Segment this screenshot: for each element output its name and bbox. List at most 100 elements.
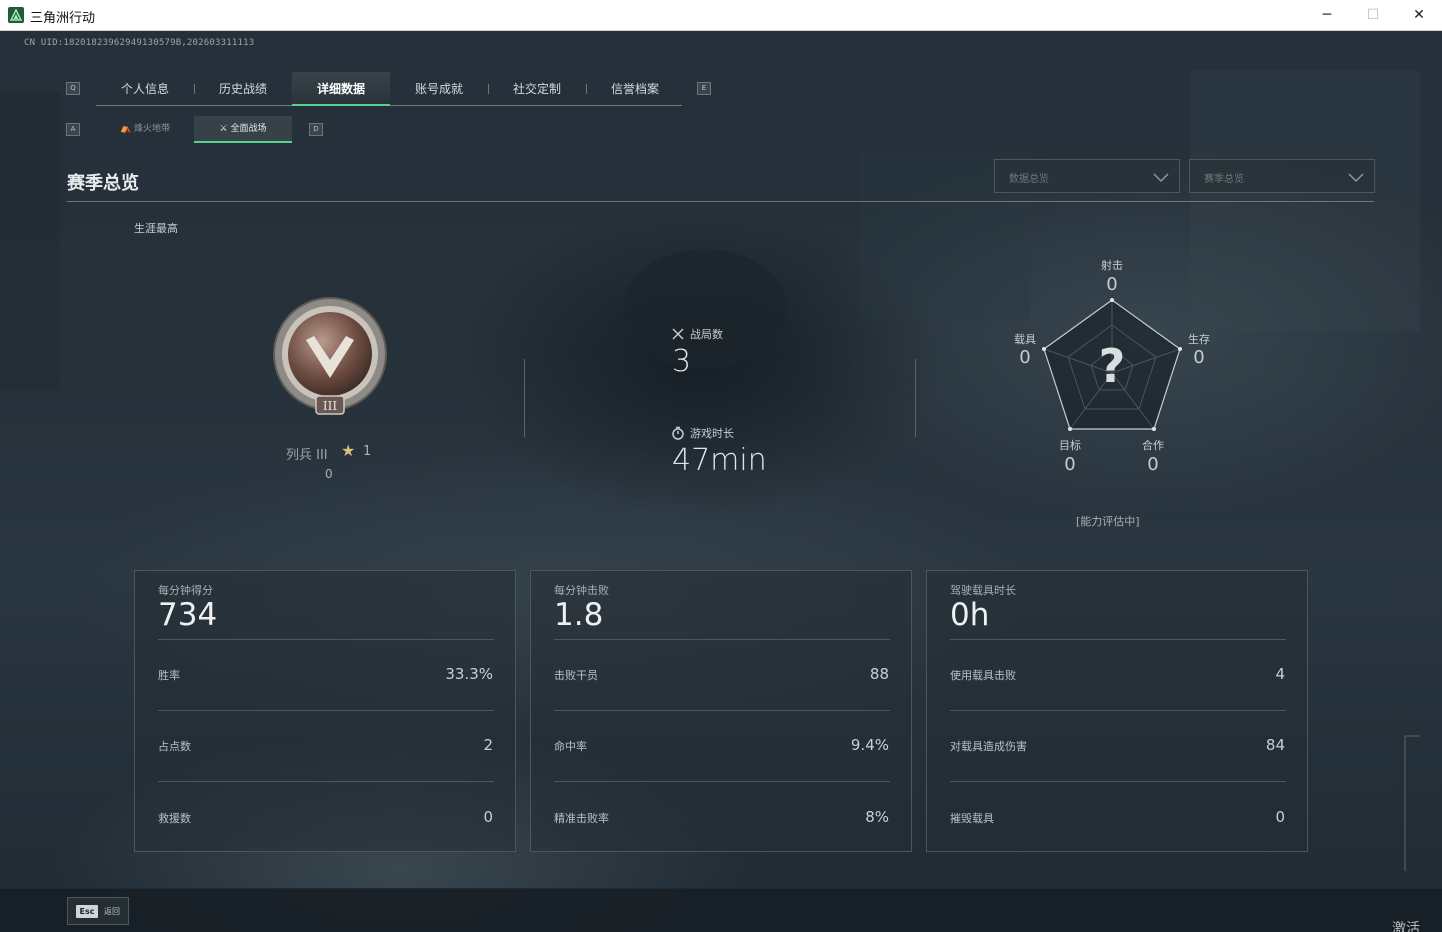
card-divider [158, 639, 494, 640]
radar-survival-value: 0 [1193, 347, 1205, 368]
card-title: 每分钟得分 [158, 584, 213, 597]
subtab-hazard-zone[interactable]: ⛺ 烽火地带 [96, 116, 194, 143]
career-best-label: 生涯最高 [134, 222, 178, 235]
hazard-zone-icon: ⛺ [119, 124, 132, 134]
main-tabs: 个人信息 历史战绩 详细数据 账号成就 社交定制 信誉档案 [96, 72, 682, 106]
radar-survival-label: 生存 [1188, 333, 1210, 346]
radar-objective-label: 目标 [1059, 439, 1081, 452]
card-main-value: 1.8 [554, 597, 604, 633]
stat-row-label: 救援数 [158, 812, 191, 825]
card-divider [158, 781, 494, 782]
uid-text: CN UID:18201823962949130579B,20260331111… [24, 38, 255, 48]
stat-row-value: 0 [483, 808, 493, 826]
stat-card-kills: 每分钟击败 1.8 击败干员 88 命中率 9.4% 精准击败率 8% [530, 570, 912, 852]
subtab-warfare[interactable]: ⚔ 全面战场 [194, 116, 292, 143]
rank-badge-icon: III [273, 297, 387, 415]
chevron-down-icon [1153, 168, 1169, 187]
prev-subtab-key-hint[interactable]: A [66, 123, 80, 136]
activation-watermark: 激活 [1392, 921, 1420, 932]
back-button[interactable]: Esc 返回 [67, 897, 129, 925]
data-overview-dropdown[interactable]: 数据总览 [994, 159, 1180, 193]
section-title: 赛季总览 [67, 173, 139, 194]
card-divider [554, 710, 890, 711]
subtab-hazard-zone-label: 烽火地带 [134, 124, 171, 134]
stat-row-label: 占点数 [158, 740, 191, 753]
radar-coop-label: 合作 [1142, 439, 1164, 452]
stat-row-value: 8% [865, 808, 889, 826]
rank-points: 0 [325, 467, 333, 481]
radar-coop-value: 0 [1147, 454, 1159, 475]
stat-card-vehicle: 驾驶载具时长 0h 使用载具击败 4 对载具造成伤害 84 摧毁载具 0 [926, 570, 1308, 852]
stat-row-label: 胜率 [158, 669, 180, 682]
stat-row-value: 9.4% [850, 736, 889, 754]
radar-shooting-label: 射击 [1101, 259, 1123, 272]
minimize-button[interactable]: ─ [1304, 0, 1350, 31]
playtime-value: 47min [672, 443, 767, 478]
tab-personal-info[interactable]: 个人信息 [96, 72, 194, 106]
matches-label: 战局数 [690, 328, 723, 341]
game-screen: CN UID:18201823962949130579B,20260331111… [0, 31, 1442, 932]
stat-row-value: 0 [1275, 808, 1285, 826]
card-main-value: 734 [158, 597, 218, 633]
mode-tabs: ⛺ 烽火地带 ⚔ 全面战场 [96, 116, 292, 143]
column-divider [915, 359, 916, 437]
radar-objective-value: 0 [1064, 454, 1076, 475]
stat-row-value: 33.3% [445, 665, 493, 683]
stat-row-value: 84 [1265, 736, 1285, 754]
stat-row-label: 使用载具击败 [950, 669, 1016, 682]
prev-tab-key-hint[interactable]: Q [66, 82, 80, 95]
rank-name: 列兵 III [286, 448, 328, 463]
subtab-warfare-label: 全面战场 [230, 124, 267, 134]
tab-credit[interactable]: 信誉档案 [586, 72, 684, 106]
data-overview-dropdown-label: 数据总览 [1009, 174, 1049, 185]
stat-row-label: 摧毁载具 [950, 812, 994, 825]
tab-social[interactable]: 社交定制 [488, 72, 586, 106]
card-divider [950, 710, 1286, 711]
app-logo-icon [8, 7, 24, 23]
card-main-value: 0h [950, 597, 990, 633]
stat-row-value: 4 [1275, 665, 1285, 683]
tab-detailed-data[interactable]: 详细数据 [292, 72, 390, 106]
svg-text:III: III [323, 399, 337, 413]
chevron-down-icon [1348, 168, 1364, 187]
radar-shooting-value: 0 [1106, 274, 1118, 295]
stopwatch-icon [671, 425, 685, 444]
next-subtab-key-hint[interactable]: D [309, 123, 323, 136]
stat-row-label: 精准击败率 [554, 812, 609, 825]
window-title: 三角洲行动 [30, 10, 96, 25]
card-divider [158, 710, 494, 711]
card-divider [554, 781, 890, 782]
season-overview-dropdown-label: 赛季总览 [1204, 174, 1244, 185]
esc-key-hint: Esc [76, 905, 98, 918]
card-divider [950, 639, 1286, 640]
stat-card-score: 每分钟得分 734 胜率 33.3% 占点数 2 救援数 0 [134, 570, 516, 852]
tab-history[interactable]: 历史战绩 [194, 72, 292, 106]
season-overview-dropdown[interactable]: 赛季总览 [1189, 159, 1375, 193]
stat-row-label: 击败干员 [554, 669, 598, 682]
card-divider [554, 639, 890, 640]
card-title: 驾驶载具时长 [950, 584, 1016, 597]
column-divider [524, 359, 525, 437]
stat-row-value: 2 [483, 736, 493, 754]
stat-row-label: 对载具造成伤害 [950, 740, 1027, 753]
crossed-swords-icon [671, 326, 685, 345]
card-title: 每分钟击败 [554, 584, 609, 597]
radar-vehicle-label: 载具 [1014, 333, 1036, 346]
warfare-icon: ⚔ [219, 124, 228, 134]
back-button-label: 返回 [104, 907, 120, 916]
playtime-label: 游戏时长 [690, 427, 734, 440]
matches-value: 3 [672, 344, 692, 379]
radar-center-question: ? [1098, 339, 1126, 393]
star-icon: ★ [341, 441, 356, 460]
maximize-button[interactable]: ☐ [1350, 0, 1396, 31]
next-tab-key-hint[interactable]: E [697, 82, 711, 95]
rank-stars-count: 1 [363, 444, 372, 459]
window-titlebar: 三角洲行动 ─ ☐ ✕ [0, 0, 1442, 31]
tab-achievements[interactable]: 账号成就 [390, 72, 488, 106]
close-button[interactable]: ✕ [1396, 0, 1442, 31]
radar-vehicle-value: 0 [1019, 347, 1031, 368]
radar-evaluating-note: [能力评估中] [1076, 515, 1140, 528]
bottom-bar [0, 888, 1442, 932]
card-divider [950, 781, 1286, 782]
section-divider [67, 201, 1374, 202]
